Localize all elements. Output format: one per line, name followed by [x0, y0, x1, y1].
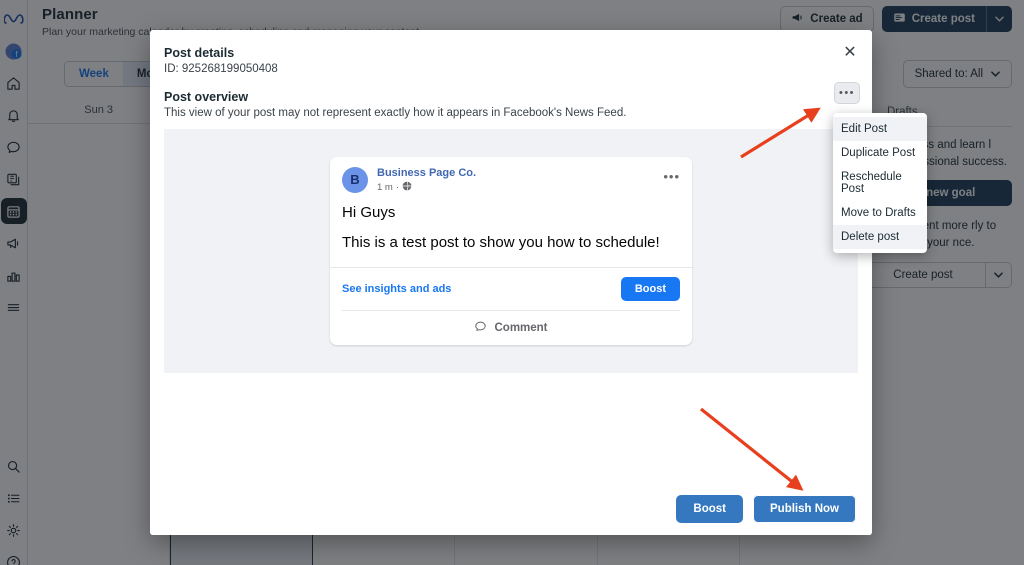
- post-options-icon[interactable]: •••: [663, 169, 680, 184]
- post-timestamp: 1 m ·: [377, 181, 476, 194]
- post-preview-area: B Business Page Co. 1 m · ••• Hi Guys Th…: [164, 129, 858, 373]
- separator-dot: ·: [395, 181, 400, 193]
- post-text-line-2: This is a test post to show you how to s…: [342, 233, 660, 251]
- post-actions-row: See insights and ads Boost: [330, 267, 692, 310]
- publish-now-button[interactable]: Publish Now: [753, 495, 856, 523]
- menu-item-reschedule-post[interactable]: Reschedule Post: [833, 165, 927, 201]
- modal-footer: Boost Publish Now: [150, 483, 872, 535]
- post-meta: Business Page Co. 1 m ·: [377, 167, 476, 194]
- menu-item-duplicate-post[interactable]: Duplicate Post: [833, 141, 927, 165]
- post-boost-button[interactable]: Boost: [620, 277, 680, 302]
- footer-boost-button[interactable]: Boost: [676, 495, 743, 523]
- menu-item-delete-post[interactable]: Delete post: [833, 225, 927, 249]
- menu-item-edit-post[interactable]: Edit Post: [833, 117, 927, 141]
- post-overview-title: Post overview: [164, 90, 249, 104]
- globe-icon: [402, 181, 412, 194]
- post-options-menu: Edit Post Duplicate Post Reschedule Post…: [833, 113, 927, 253]
- modal-header: Post details ID: 925268199050408 Post ov…: [150, 30, 872, 119]
- post-id: ID: 925268199050408: [164, 63, 278, 75]
- post-text-line-1: Hi Guys: [342, 203, 396, 221]
- menu-item-move-to-drafts[interactable]: Move to Drafts: [833, 201, 927, 225]
- see-insights-and-ads-link[interactable]: See insights and ads: [342, 283, 451, 295]
- screen: f: [0, 0, 1024, 565]
- post-comment-button[interactable]: Comment: [342, 310, 680, 345]
- post-page-name[interactable]: Business Page Co.: [377, 167, 476, 179]
- modal-title: Post details: [164, 46, 235, 60]
- comment-label: Comment: [494, 322, 548, 335]
- post-time-label: 1 m: [377, 181, 393, 193]
- post-header: B Business Page Co. 1 m · •••: [330, 166, 692, 194]
- post-overview-subtitle: This view of your post may not represent…: [164, 107, 627, 119]
- comment-icon: [474, 320, 487, 336]
- post-body: Hi Guys This is a test post to show you …: [330, 194, 692, 267]
- close-icon[interactable]: ✕: [838, 40, 862, 64]
- avatar: B: [342, 166, 368, 193]
- post-options-button[interactable]: •••: [834, 82, 860, 104]
- post-details-modal: ✕ Post details ID: 925268199050408 Post …: [150, 30, 872, 535]
- post-card: B Business Page Co. 1 m · ••• Hi Guys Th…: [330, 156, 692, 346]
